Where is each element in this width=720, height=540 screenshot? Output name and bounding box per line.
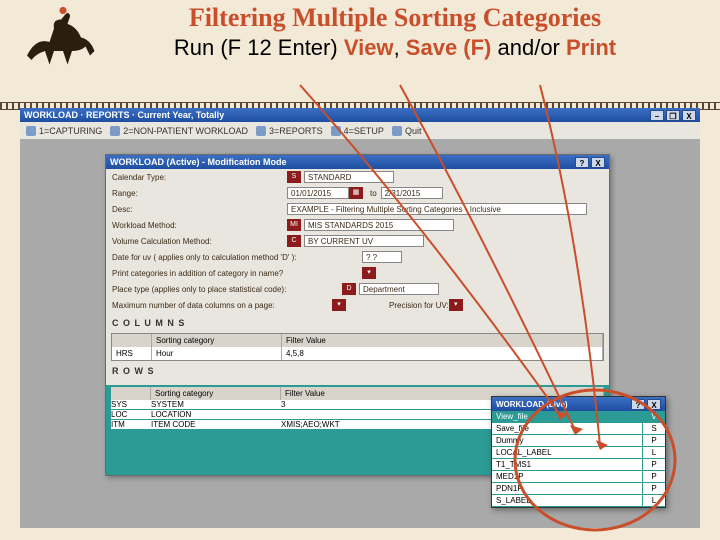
reports-icon — [256, 126, 266, 136]
volcalc-label: Volume Calculation Method: — [112, 237, 287, 246]
range-to-input[interactable]: 2/31/2015 — [381, 187, 443, 199]
app-titlebar: WORKLOAD · REPORTS · Current Year, Total… — [20, 108, 700, 122]
placetype-value: Department — [359, 283, 439, 295]
output-popup: WORKLOAD (Live) ?X View_fileV Save_fileS… — [491, 396, 666, 508]
quit-icon — [392, 126, 402, 136]
toolbar-reports[interactable]: 3=REPORTS — [256, 126, 323, 136]
setup-icon — [331, 126, 341, 136]
maximize-button[interactable]: ❐ — [666, 110, 680, 121]
modal-titlebar: WORKLOAD (Active) - Modification Mode ? … — [106, 155, 609, 169]
columns-heading: C O L U M N S — [106, 313, 609, 333]
popup-item-save[interactable]: Save_fileS — [492, 423, 665, 435]
range-from-input[interactable]: 01/01/2015 — [287, 187, 349, 199]
desc-label: Desc: — [112, 205, 287, 214]
calendar-type-value: STANDARD — [304, 171, 394, 183]
app-window: WORKLOAD · REPORTS · Current Year, Total… — [20, 108, 700, 528]
popup-help-button[interactable]: ? — [631, 399, 645, 410]
popup-item-local-label[interactable]: LOCAL_LABELL — [492, 447, 665, 459]
popup-item-t1tms1[interactable]: T1_TMS1P — [492, 459, 665, 471]
calendar-type-label: Calendar Type: — [112, 173, 287, 182]
desc-input[interactable]: EXAMPLE - Filtering Multiple Sorting Cat… — [287, 203, 587, 215]
toolbar-capturing[interactable]: 1=CAPTURING — [26, 126, 102, 136]
range-label: Range: — [112, 189, 287, 198]
rows-heading: R O W S — [106, 361, 609, 381]
precision-dropdown-button[interactable]: ▾ — [449, 299, 463, 311]
date-picker-icon[interactable]: ▦ — [349, 187, 363, 199]
calendar-dropdown-button[interactable]: S — [287, 171, 301, 183]
maxcol-label: Maximum number of data columns on a page… — [112, 301, 332, 310]
popup-item-slabel[interactable]: S_LABELL — [492, 495, 665, 507]
dateval-input[interactable]: ? ? — [362, 251, 402, 263]
minimize-button[interactable]: – — [650, 110, 664, 121]
horse-rider-icon — [18, 0, 108, 75]
maxcol-dropdown-button[interactable]: ▾ — [332, 299, 346, 311]
volcalc-dropdown-button[interactable]: C — [287, 235, 301, 247]
popup-item-med1p[interactable]: MED1PP — [492, 471, 665, 483]
printcat-dropdown-button[interactable]: ▾ — [362, 267, 376, 279]
columns-row[interactable]: HRSHour4,5,8 — [112, 347, 603, 360]
method-dropdown-button[interactable]: MI — [287, 219, 301, 231]
toolbar-quit[interactable]: Quit — [392, 126, 422, 136]
close-button[interactable]: X — [682, 110, 696, 121]
method-label: Workload Method: — [112, 221, 287, 230]
popup-item-dummy[interactable]: DummyP — [492, 435, 665, 447]
popup-item-pdn1p[interactable]: PDN1PP — [492, 483, 665, 495]
precision-label: Precision for UV: — [389, 301, 449, 310]
popup-item-view[interactable]: View_fileV — [492, 411, 665, 423]
popup-close-button[interactable]: X — [647, 399, 661, 410]
volcalc-value: BY CURRENT UV — [304, 235, 424, 247]
placetype-dropdown-button[interactable]: D — [342, 283, 356, 295]
popup-titlebar: WORKLOAD (Live) ?X — [492, 397, 665, 411]
slide-subtitle: Run (F 12 Enter) View, Save (F) and/or P… — [80, 35, 710, 61]
modal-close-button[interactable]: X — [591, 157, 605, 168]
method-value: MIS STANDARDS 2015 — [304, 219, 454, 231]
capture-icon — [26, 126, 36, 136]
modal-help-button[interactable]: ? — [575, 157, 589, 168]
placetype-label: Place type (applies only to place statis… — [112, 285, 342, 294]
toolbar-setup[interactable]: 4=SETUP — [331, 126, 384, 136]
app-toolbar: 1=CAPTURING 2=NON-PATIENT WORKLOAD 3=REP… — [20, 122, 700, 140]
slide-title: Filtering Multiple Sorting Categories — [80, 4, 710, 33]
printcat-label: Print categories in addition of category… — [112, 269, 362, 278]
dateval-label: Date for uv ( applies only to calculatio… — [112, 253, 362, 262]
nonpatient-icon — [110, 126, 120, 136]
toolbar-nonpatient[interactable]: 2=NON-PATIENT WORKLOAD — [110, 126, 248, 136]
columns-grid: Sorting categoryFilter Value HRSHour4,5,… — [111, 333, 604, 361]
